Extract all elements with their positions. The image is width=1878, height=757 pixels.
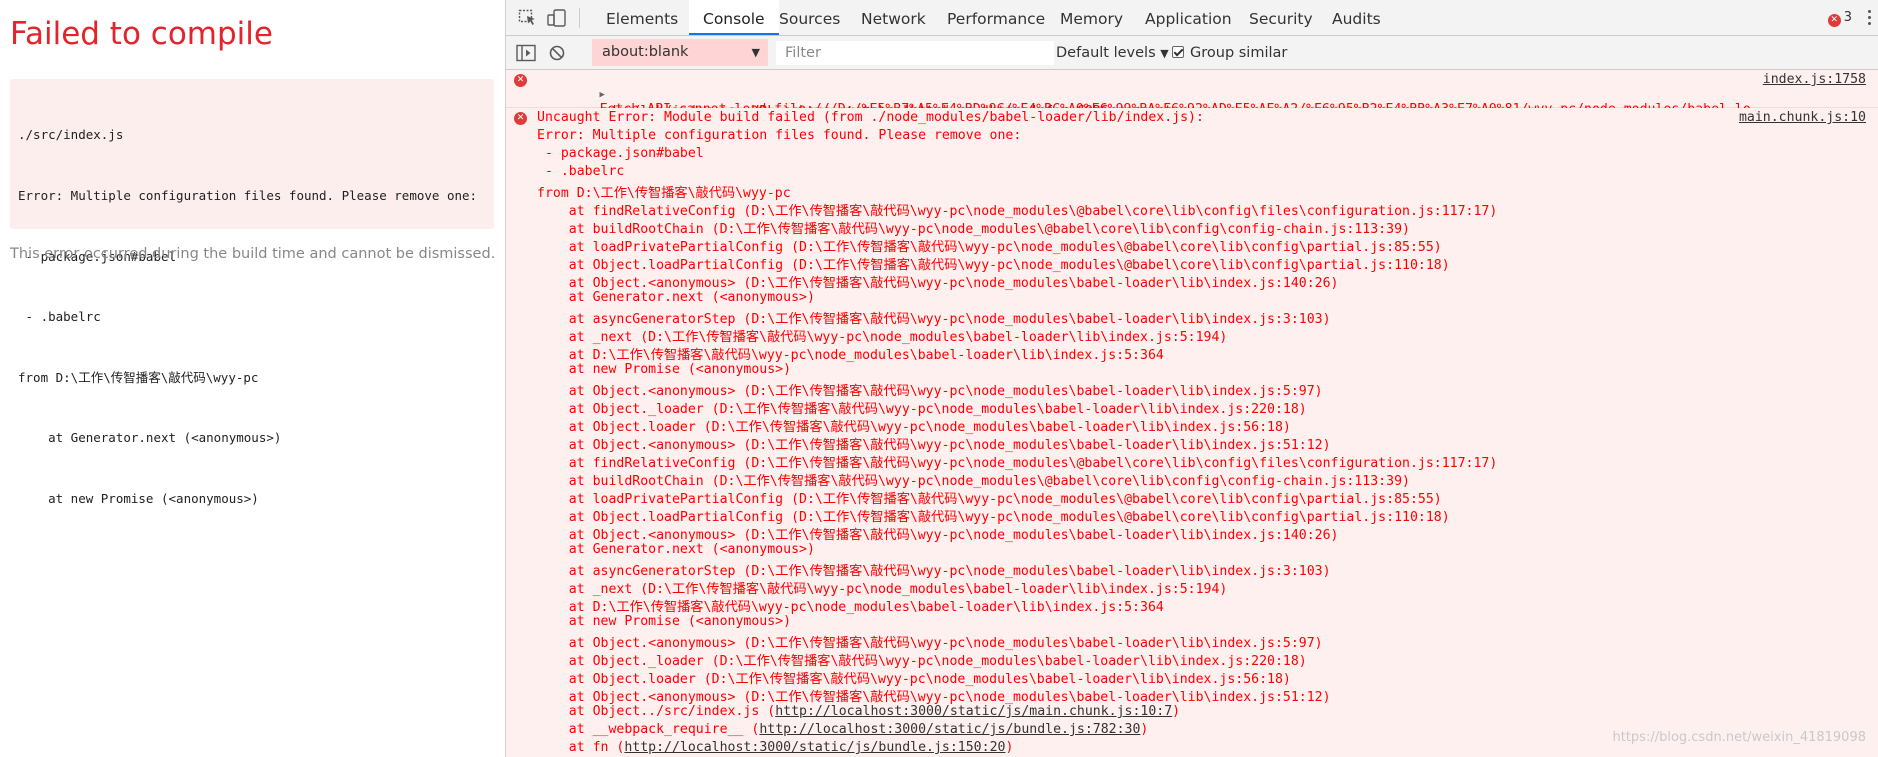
stack-line: at Object.loader (D:\工作\传智播客\敲代码\wyy-pc\… xyxy=(537,672,1291,687)
error-overlay: Failed to compile ./src/index.js Error: … xyxy=(0,0,506,757)
stack-url-link[interactable]: http://localhost:3000/static/js/main.chu… xyxy=(775,704,1172,719)
stack-line: at Object.<anonymous> (D:\工作\传智播客\敲代码\wy… xyxy=(537,276,1339,291)
checkbox-checked-icon[interactable] xyxy=(1172,46,1184,58)
error-icon: ✕ xyxy=(514,74,527,87)
stack-line: - .babelrc xyxy=(537,164,625,179)
error-line: ./src/index.js xyxy=(18,127,124,143)
stack-line: at Object.loadPartialConfig (D:\工作\传智播客\… xyxy=(537,510,1450,525)
stack-line: from D:\工作\传智播客\敲代码\wyy-pc xyxy=(537,186,791,201)
stack-line: at Object._loader (D:\工作\传智播客\敲代码\wyy-pc… xyxy=(537,402,1307,417)
tab-application[interactable]: Application xyxy=(1145,0,1232,35)
error-line: at new Promise (<anonymous>) xyxy=(18,491,259,507)
context-selector[interactable]: about:blank ▼ xyxy=(592,39,768,66)
stack-line: Error: Multiple configuration files foun… xyxy=(537,128,1022,143)
stack-line: at new Promise (<anonymous>) xyxy=(537,362,792,377)
console-error-message: ✕ ▶ Fetch API cannot load file:///D:/%E5… xyxy=(506,70,1878,119)
console-output: ✕ ▶ Fetch API cannot load file:///D:/%E5… xyxy=(506,70,1878,757)
error-line: Error: Multiple configuration files foun… xyxy=(18,188,478,204)
stack-line: at Generator.next (<anonymous>) xyxy=(537,542,815,557)
chevron-down-icon: ▼ xyxy=(751,46,760,59)
show-sidebar-icon[interactable] xyxy=(516,44,536,62)
stack-line: at loadPrivatePartialConfig (D:\工作\传智播客\… xyxy=(537,240,1442,255)
tab-memory[interactable]: Memory xyxy=(1060,0,1123,35)
source-location-link[interactable]: main.chunk.js:10 xyxy=(1739,110,1866,125)
stack-line: at asyncGeneratorStep (D:\工作\传智播客\敲代码\wy… xyxy=(537,312,1331,327)
filter-input[interactable] xyxy=(776,41,1054,65)
devtools-panel: Elements Console Sources Network Perform… xyxy=(506,0,1878,757)
stack-line: at Object.loadPartialConfig (D:\工作\传智播客\… xyxy=(537,258,1450,273)
compile-error-box: ./src/index.js Error: Multiple configura… xyxy=(10,79,494,506)
tab-performance[interactable]: Performance xyxy=(947,0,1045,35)
stack-url-link[interactable]: http://localhost:3000/static/js/bundle.j… xyxy=(624,740,1005,755)
tab-sources[interactable]: Sources xyxy=(779,0,840,35)
overlay-title: Failed to compile xyxy=(10,16,273,52)
stack-line: at Object.<anonymous> (D:\工作\传智播客\敲代码\wy… xyxy=(537,384,1323,399)
error-icon: ✕ xyxy=(514,112,527,125)
tab-audits[interactable]: Audits xyxy=(1332,0,1381,35)
stack-line: at Generator.next (<anonymous>) xyxy=(537,290,815,305)
stack-line: at new Promise (<anonymous>) xyxy=(537,614,792,629)
stack-url-link[interactable]: http://localhost:3000/static/js/bundle.j… xyxy=(759,722,1140,737)
stack-line: at Object../src/index.js (http://localho… xyxy=(537,704,1181,719)
stack-line: at Object._loader (D:\工作\传智播客\敲代码\wyy-pc… xyxy=(537,654,1307,669)
console-error-message: ✕ main.chunk.js:10 Uncaught Error: Modul… xyxy=(506,108,1878,757)
overlay-footer-note: This error occurred during the build tim… xyxy=(10,246,496,262)
stack-line: at Object.loader (D:\工作\传智播客\敲代码\wyy-pc\… xyxy=(537,420,1291,435)
stack-line: at Object.<anonymous> (D:\工作\传智播客\敲代码\wy… xyxy=(537,636,1323,651)
watermark-text: https://blog.csdn.net/weixin_41819098 xyxy=(1612,730,1866,745)
stack-line: at Object.<anonymous> (D:\工作\传智播客\敲代码\wy… xyxy=(537,690,1331,705)
inspect-element-icon[interactable] xyxy=(518,9,538,27)
stack-line: Uncaught Error: Module build failed (fro… xyxy=(537,110,1204,125)
error-line: from D:\工作\传智播客\敲代码\wyy-pc xyxy=(18,369,259,385)
stack-line: at buildRootChain (D:\工作\传智播客\敲代码\wyy-pc… xyxy=(537,474,1410,489)
source-location-link[interactable]: index.js:1758 xyxy=(1763,72,1866,87)
stack-line: at _next (D:\工作\传智播客\敲代码\wyy-pc\node_mod… xyxy=(537,582,1228,597)
console-toolbar: about:blank ▼ Default levels ▼ Group sim… xyxy=(506,36,1878,70)
tab-network[interactable]: Network xyxy=(861,0,926,35)
chevron-down-icon: ▼ xyxy=(1160,47,1169,60)
error-count-badge[interactable]: ✕ 3 xyxy=(1827,10,1852,27)
tab-console[interactable]: Console xyxy=(689,0,779,35)
stack-line: at asyncGeneratorStep (D:\工作\传智播客\敲代码\wy… xyxy=(537,564,1331,579)
group-similar-toggle[interactable]: Group similar xyxy=(1172,36,1287,69)
stack-line: at findRelativeConfig (D:\工作\传智播客\敲代码\wy… xyxy=(537,456,1498,471)
device-toolbar-icon[interactable] xyxy=(547,9,567,27)
stack-line: at fn (http://localhost:3000/static/js/b… xyxy=(537,740,1014,755)
devtools-tabbar: Elements Console Sources Network Perform… xyxy=(506,0,1878,36)
stack-line: at loadPrivatePartialConfig (D:\工作\传智播客\… xyxy=(537,492,1442,507)
error-line: at Generator.next (<anonymous>) xyxy=(18,430,282,446)
toolbar-divider xyxy=(579,8,580,28)
stack-line: at __webpack_require__ (http://localhost… xyxy=(537,722,1149,737)
stack-line: - package.json#babel xyxy=(537,146,704,161)
error-line: - .babelrc xyxy=(18,309,101,325)
stack-line: at _next (D:\工作\传智播客\敲代码\wyy-pc\node_mod… xyxy=(537,330,1228,345)
stack-line: at D:\工作\传智播客\敲代码\wyy-pc\node_modules\ba… xyxy=(537,600,1164,615)
tab-elements[interactable]: Elements xyxy=(606,0,678,35)
stack-line: at Object.<anonymous> (D:\工作\传智播客\敲代码\wy… xyxy=(537,438,1331,453)
clear-console-icon[interactable] xyxy=(548,44,566,62)
error-icon: ✕ xyxy=(1827,14,1841,27)
tab-security[interactable]: Security xyxy=(1249,0,1313,35)
stack-line: at buildRootChain (D:\工作\传智播客\敲代码\wyy-pc… xyxy=(537,222,1410,237)
stack-line: at Object.<anonymous> (D:\工作\传智播客\敲代码\wy… xyxy=(537,528,1339,543)
log-levels-dropdown[interactable]: Default levels ▼ xyxy=(1056,36,1169,69)
more-options-icon[interactable] xyxy=(1866,8,1872,28)
stack-line: at D:\工作\传智播客\敲代码\wyy-pc\node_modules\ba… xyxy=(537,348,1164,363)
stack-line: at findRelativeConfig (D:\工作\传智播客\敲代码\wy… xyxy=(537,204,1498,219)
